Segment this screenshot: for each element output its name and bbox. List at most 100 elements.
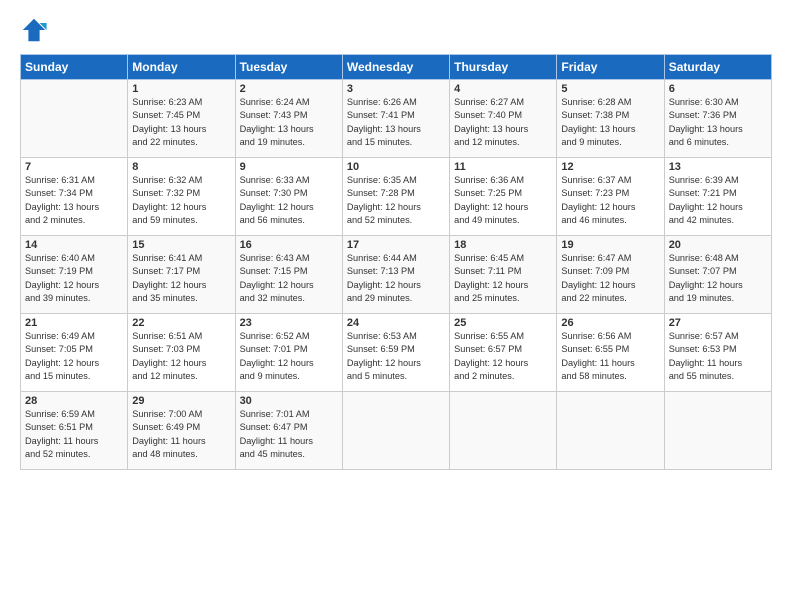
day-number: 29: [132, 395, 230, 407]
cell-content: Sunrise: 6:53 AMSunset: 6:59 PMDaylight:…: [347, 330, 445, 383]
day-number: 27: [669, 317, 767, 329]
calendar-cell: 24Sunrise: 6:53 AMSunset: 6:59 PMDayligh…: [342, 314, 449, 392]
day-number: 25: [454, 317, 552, 329]
calendar-cell: 15Sunrise: 6:41 AMSunset: 7:17 PMDayligh…: [128, 236, 235, 314]
calendar-cell: 19Sunrise: 6:47 AMSunset: 7:09 PMDayligh…: [557, 236, 664, 314]
cell-content: Sunrise: 6:24 AMSunset: 7:43 PMDaylight:…: [240, 96, 338, 149]
day-number: 1: [132, 83, 230, 95]
calendar-cell: 3Sunrise: 6:26 AMSunset: 7:41 PMDaylight…: [342, 80, 449, 158]
day-header-friday: Friday: [557, 55, 664, 80]
calendar-cell: 22Sunrise: 6:51 AMSunset: 7:03 PMDayligh…: [128, 314, 235, 392]
day-number: 23: [240, 317, 338, 329]
calendar-cell: 12Sunrise: 6:37 AMSunset: 7:23 PMDayligh…: [557, 158, 664, 236]
week-row-5: 28Sunrise: 6:59 AMSunset: 6:51 PMDayligh…: [21, 392, 772, 470]
calendar-cell: 14Sunrise: 6:40 AMSunset: 7:19 PMDayligh…: [21, 236, 128, 314]
cell-content: Sunrise: 6:35 AMSunset: 7:28 PMDaylight:…: [347, 174, 445, 227]
calendar-cell: [342, 392, 449, 470]
day-header-tuesday: Tuesday: [235, 55, 342, 80]
calendar-cell: 5Sunrise: 6:28 AMSunset: 7:38 PMDaylight…: [557, 80, 664, 158]
day-number: 21: [25, 317, 123, 329]
cell-content: Sunrise: 6:43 AMSunset: 7:15 PMDaylight:…: [240, 252, 338, 305]
calendar-cell: 10Sunrise: 6:35 AMSunset: 7:28 PMDayligh…: [342, 158, 449, 236]
calendar-cell: [664, 392, 771, 470]
cell-content: Sunrise: 6:39 AMSunset: 7:21 PMDaylight:…: [669, 174, 767, 227]
calendar-table: SundayMondayTuesdayWednesdayThursdayFrid…: [20, 54, 772, 470]
cell-content: Sunrise: 6:36 AMSunset: 7:25 PMDaylight:…: [454, 174, 552, 227]
cell-content: Sunrise: 7:01 AMSunset: 6:47 PMDaylight:…: [240, 408, 338, 461]
header-row: SundayMondayTuesdayWednesdayThursdayFrid…: [21, 55, 772, 80]
day-number: 6: [669, 83, 767, 95]
calendar-cell: 1Sunrise: 6:23 AMSunset: 7:45 PMDaylight…: [128, 80, 235, 158]
calendar-cell: 20Sunrise: 6:48 AMSunset: 7:07 PMDayligh…: [664, 236, 771, 314]
cell-content: Sunrise: 6:27 AMSunset: 7:40 PMDaylight:…: [454, 96, 552, 149]
cell-content: Sunrise: 6:45 AMSunset: 7:11 PMDaylight:…: [454, 252, 552, 305]
day-number: 22: [132, 317, 230, 329]
calendar-cell: 8Sunrise: 6:32 AMSunset: 7:32 PMDaylight…: [128, 158, 235, 236]
day-header-saturday: Saturday: [664, 55, 771, 80]
cell-content: Sunrise: 6:44 AMSunset: 7:13 PMDaylight:…: [347, 252, 445, 305]
day-header-wednesday: Wednesday: [342, 55, 449, 80]
cell-content: Sunrise: 6:30 AMSunset: 7:36 PMDaylight:…: [669, 96, 767, 149]
cell-content: Sunrise: 7:00 AMSunset: 6:49 PMDaylight:…: [132, 408, 230, 461]
cell-content: Sunrise: 6:59 AMSunset: 6:51 PMDaylight:…: [25, 408, 123, 461]
calendar-cell: 7Sunrise: 6:31 AMSunset: 7:34 PMDaylight…: [21, 158, 128, 236]
cell-content: Sunrise: 6:31 AMSunset: 7:34 PMDaylight:…: [25, 174, 123, 227]
cell-content: Sunrise: 6:32 AMSunset: 7:32 PMDaylight:…: [132, 174, 230, 227]
day-header-thursday: Thursday: [450, 55, 557, 80]
week-row-1: 1Sunrise: 6:23 AMSunset: 7:45 PMDaylight…: [21, 80, 772, 158]
day-header-sunday: Sunday: [21, 55, 128, 80]
calendar-cell: 2Sunrise: 6:24 AMSunset: 7:43 PMDaylight…: [235, 80, 342, 158]
day-number: 15: [132, 239, 230, 251]
week-row-4: 21Sunrise: 6:49 AMSunset: 7:05 PMDayligh…: [21, 314, 772, 392]
cell-content: Sunrise: 6:51 AMSunset: 7:03 PMDaylight:…: [132, 330, 230, 383]
week-row-3: 14Sunrise: 6:40 AMSunset: 7:19 PMDayligh…: [21, 236, 772, 314]
logo: [20, 16, 52, 44]
calendar-cell: [21, 80, 128, 158]
calendar-cell: 29Sunrise: 7:00 AMSunset: 6:49 PMDayligh…: [128, 392, 235, 470]
calendar-cell: 23Sunrise: 6:52 AMSunset: 7:01 PMDayligh…: [235, 314, 342, 392]
cell-content: Sunrise: 6:57 AMSunset: 6:53 PMDaylight:…: [669, 330, 767, 383]
cell-content: Sunrise: 6:49 AMSunset: 7:05 PMDaylight:…: [25, 330, 123, 383]
page: SundayMondayTuesdayWednesdayThursdayFrid…: [0, 0, 792, 612]
day-number: 3: [347, 83, 445, 95]
week-row-2: 7Sunrise: 6:31 AMSunset: 7:34 PMDaylight…: [21, 158, 772, 236]
day-number: 12: [561, 161, 659, 173]
header: [20, 16, 772, 44]
cell-content: Sunrise: 6:56 AMSunset: 6:55 PMDaylight:…: [561, 330, 659, 383]
cell-content: Sunrise: 6:23 AMSunset: 7:45 PMDaylight:…: [132, 96, 230, 149]
calendar-cell: 26Sunrise: 6:56 AMSunset: 6:55 PMDayligh…: [557, 314, 664, 392]
day-number: 14: [25, 239, 123, 251]
cell-content: Sunrise: 6:47 AMSunset: 7:09 PMDaylight:…: [561, 252, 659, 305]
cell-content: Sunrise: 6:40 AMSunset: 7:19 PMDaylight:…: [25, 252, 123, 305]
day-number: 28: [25, 395, 123, 407]
day-number: 8: [132, 161, 230, 173]
cell-content: Sunrise: 6:52 AMSunset: 7:01 PMDaylight:…: [240, 330, 338, 383]
day-number: 19: [561, 239, 659, 251]
cell-content: Sunrise: 6:37 AMSunset: 7:23 PMDaylight:…: [561, 174, 659, 227]
calendar-cell: 13Sunrise: 6:39 AMSunset: 7:21 PMDayligh…: [664, 158, 771, 236]
calendar-cell: 6Sunrise: 6:30 AMSunset: 7:36 PMDaylight…: [664, 80, 771, 158]
day-number: 5: [561, 83, 659, 95]
cell-content: Sunrise: 6:48 AMSunset: 7:07 PMDaylight:…: [669, 252, 767, 305]
cell-content: Sunrise: 6:28 AMSunset: 7:38 PMDaylight:…: [561, 96, 659, 149]
calendar-cell: 28Sunrise: 6:59 AMSunset: 6:51 PMDayligh…: [21, 392, 128, 470]
day-number: 24: [347, 317, 445, 329]
calendar-cell: 11Sunrise: 6:36 AMSunset: 7:25 PMDayligh…: [450, 158, 557, 236]
calendar-cell: 27Sunrise: 6:57 AMSunset: 6:53 PMDayligh…: [664, 314, 771, 392]
day-number: 2: [240, 83, 338, 95]
calendar-cell: 18Sunrise: 6:45 AMSunset: 7:11 PMDayligh…: [450, 236, 557, 314]
cell-content: Sunrise: 6:41 AMSunset: 7:17 PMDaylight:…: [132, 252, 230, 305]
day-number: 10: [347, 161, 445, 173]
day-number: 26: [561, 317, 659, 329]
calendar-cell: 4Sunrise: 6:27 AMSunset: 7:40 PMDaylight…: [450, 80, 557, 158]
cell-content: Sunrise: 6:26 AMSunset: 7:41 PMDaylight:…: [347, 96, 445, 149]
day-number: 30: [240, 395, 338, 407]
cell-content: Sunrise: 6:55 AMSunset: 6:57 PMDaylight:…: [454, 330, 552, 383]
day-number: 11: [454, 161, 552, 173]
calendar-cell: 16Sunrise: 6:43 AMSunset: 7:15 PMDayligh…: [235, 236, 342, 314]
calendar-cell: 17Sunrise: 6:44 AMSunset: 7:13 PMDayligh…: [342, 236, 449, 314]
day-number: 18: [454, 239, 552, 251]
calendar-cell: [557, 392, 664, 470]
cell-content: Sunrise: 6:33 AMSunset: 7:30 PMDaylight:…: [240, 174, 338, 227]
day-number: 4: [454, 83, 552, 95]
